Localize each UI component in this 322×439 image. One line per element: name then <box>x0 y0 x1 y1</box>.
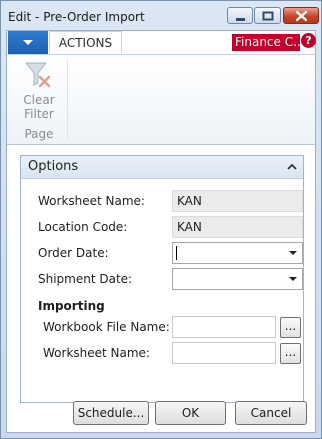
dropdown-arrow-icon[interactable] <box>289 277 297 281</box>
options-header[interactable]: Options <box>21 156 303 179</box>
schedule-button[interactable]: Schedule... <box>73 401 149 425</box>
dropdown-arrow-icon <box>23 40 33 45</box>
dialog-content: ACTIONS Finance C... ? Clear Filter Page… <box>6 30 316 433</box>
collapse-chevron-icon[interactable] <box>287 162 297 172</box>
ribbon-divider <box>67 59 68 140</box>
dropdown-arrow-icon[interactable] <box>289 251 297 255</box>
minimize-button[interactable] <box>227 7 253 24</box>
close-button[interactable] <box>283 7 319 24</box>
workbook-browse-button[interactable]: ... <box>280 317 301 338</box>
location-code-field[interactable]: KAN <box>172 216 303 238</box>
ribbon-group-label: Page <box>24 127 54 141</box>
worksheet-name-field[interactable]: KAN <box>172 190 303 212</box>
options-fasttab: Options Worksheet Name: KAN Location Cod… <box>20 155 304 403</box>
import-worksheet-name-field[interactable] <box>172 342 276 364</box>
clear-filter-icon <box>24 62 51 88</box>
import-worksheet-name-label: Worksheet Name: <box>43 346 150 360</box>
location-code-label: Location Code: <box>38 220 128 234</box>
text-cursor <box>176 246 177 260</box>
clear-filter-button[interactable]: Clear Filter <box>21 59 57 121</box>
order-date-label: Order Date: <box>38 246 109 260</box>
window-title: Edit - Pre-Order Import <box>8 10 145 24</box>
workbook-file-name-label: Workbook File Name: <box>43 320 170 334</box>
title-bar[interactable]: Edit - Pre-Order Import <box>1 1 321 31</box>
worksheet-name-label: Worksheet Name: <box>38 194 145 208</box>
maximize-button[interactable] <box>254 7 281 24</box>
workbook-file-name-field[interactable] <box>172 316 276 338</box>
shipment-date-label: Shipment Date: <box>38 272 133 286</box>
cancel-button[interactable]: Cancel <box>235 401 307 425</box>
worksheet-browse-button[interactable]: ... <box>280 343 301 364</box>
dialog-window: Edit - Pre-Order Import ACTIONS Finance … <box>0 0 322 439</box>
company-badge[interactable]: Finance C... <box>232 34 300 51</box>
ribbon-tab-bar: ACTIONS Finance C... ? <box>7 31 316 55</box>
application-menu-button[interactable] <box>8 31 48 54</box>
clear-filter-label: Clear Filter <box>23 93 55 121</box>
order-date-field[interactable] <box>172 242 303 264</box>
help-icon[interactable]: ? <box>301 33 316 48</box>
tab-actions[interactable]: ACTIONS <box>49 31 122 54</box>
options-title: Options <box>28 159 79 174</box>
ribbon-panel: Clear Filter Page <box>7 55 315 145</box>
shipment-date-field[interactable] <box>172 268 303 290</box>
importing-section-label: Importing <box>38 299 105 313</box>
ok-button[interactable]: OK <box>155 401 226 425</box>
